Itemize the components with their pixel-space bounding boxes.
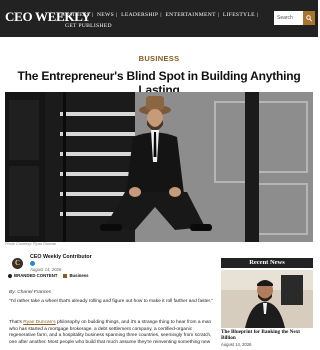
branded-content-badge: BRANDED CONTENT <box>14 273 58 279</box>
paragraph-text: That's <box>9 320 24 325</box>
nav-item-lifestyle[interactable]: LIFESTYLE <box>223 9 255 21</box>
recent-news-sidebar: Recent News The Blueprint for Banking th… <box>221 258 313 347</box>
search-input[interactable]: Search <box>274 11 303 25</box>
paragraph: That's Ryan Duncan's philosophy on build… <box>9 320 219 346</box>
search-icon <box>306 14 312 21</box>
byline: By: Chanel Frances <box>9 290 52 295</box>
nav-item-leadership[interactable]: LEADERSHIP <box>121 9 158 21</box>
publish-date: August 14, 2026 <box>30 267 62 272</box>
verified-icon <box>30 261 35 266</box>
article-category[interactable]: BUSINESS <box>0 54 318 63</box>
article-meta: BRANDED CONTENT Business <box>8 273 89 278</box>
recent-news-heading: Recent News <box>221 258 313 268</box>
author-avatar[interactable]: C <box>12 258 23 269</box>
nav-item-get-published[interactable]: GET PUBLISHED <box>65 20 112 32</box>
author-link[interactable]: Ryan Duncan's <box>23 320 55 325</box>
paragraph: "I'd rather take a wheel that's already … <box>9 299 213 304</box>
tag-link[interactable]: Business <box>69 273 88 278</box>
hero-photo-illustration <box>5 92 313 242</box>
nav-item-entertainment[interactable]: ENTERTAINMENT <box>165 9 215 21</box>
hero-image <box>5 92 313 242</box>
site-header: CEO WEEKLY BUSINESS | NEWS | LEADERSHIP | E… <box>0 0 318 37</box>
photo-credit: Photo Courtesy: Ryan Duncan <box>5 242 57 246</box>
recent-news-title[interactable]: The Blueprint for Banking the Next Billi… <box>221 329 313 341</box>
search-button[interactable] <box>303 11 315 25</box>
recent-news-thumbnail[interactable] <box>221 270 313 328</box>
author-name[interactable]: CEO Weekly Contributor <box>30 254 92 260</box>
thumbnail-illustration <box>221 270 313 328</box>
branded-content-icon <box>8 273 12 278</box>
tag-icon <box>63 273 68 278</box>
main-nav: BUSINESS | NEWS | LEADERSHIP | ENTERTAINMEN… <box>61 9 266 29</box>
recent-news-date: August 14, 2026 <box>221 342 252 347</box>
